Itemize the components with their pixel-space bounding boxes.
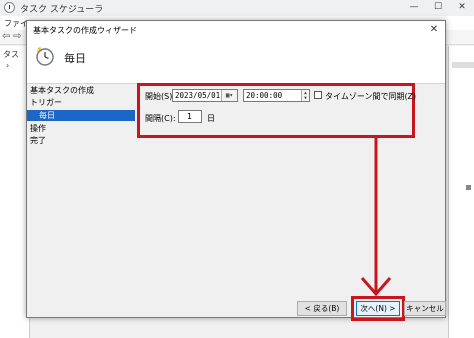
app-title: タスク スケジューラ — [20, 5, 104, 15]
interval-label: 間隔(C): — [145, 114, 176, 123]
maximize-button[interactable]: ☐ — [428, 1, 448, 14]
start-time-value: 20:00:00 — [246, 91, 283, 100]
sync-timezone-label: タイムゾーン間で同期(Z) — [325, 92, 417, 101]
dialog-header: 毎日 — [27, 39, 445, 84]
cancel-button[interactable]: キャンセル — [404, 301, 446, 316]
start-time-picker[interactable]: 20:00:00 ▲ ▼ — [243, 89, 310, 102]
sync-timezone-checkbox[interactable] — [314, 91, 322, 99]
app-titlebar: タスク スケジューラ — ☐ ✕ — [0, 0, 474, 16]
actions-pane-header — [452, 62, 474, 68]
spin-down-icon[interactable]: ▼ — [302, 95, 309, 100]
start-label: 開始(S): — [145, 92, 176, 101]
start-date-picker[interactable]: 2023/05/01 ▦▾ — [172, 89, 238, 102]
next-button[interactable]: 次へ(N) > — [356, 301, 400, 316]
actions-pane — [448, 46, 474, 338]
step-daily: 毎日 — [27, 110, 135, 121]
step-finish: 完了 — [30, 136, 46, 145]
close-window-button[interactable]: ✕ — [452, 1, 472, 14]
back-button[interactable]: < 戻る(B) — [297, 301, 347, 316]
actions-pane-arrow-icon[interactable] — [466, 185, 471, 190]
wizard-steps: 基本タスクの作成 トリガー 毎日 操作 完了 — [27, 85, 135, 265]
step-action: 操作 — [30, 124, 46, 133]
tree-item-task-scheduler[interactable]: タス — [3, 49, 19, 60]
clock-icon — [36, 47, 54, 66]
step-trigger: トリガー — [30, 98, 62, 107]
time-spinner[interactable]: ▲ ▼ — [301, 90, 309, 101]
step-create-basic-task: 基本タスクの作成 — [30, 86, 94, 95]
minimize-button[interactable]: — — [404, 1, 424, 14]
basic-task-wizard-dialog: 基本タスクの作成ウィザード ✕ 毎日 基本タスクの作成 トリガー 毎日 操作 完… — [26, 20, 446, 321]
start-date-value: 2023/05/01 — [175, 91, 221, 100]
forward-arrow-icon[interactable]: ⇨ — [13, 31, 21, 42]
back-arrow-icon[interactable]: ⇦ — [2, 31, 10, 42]
interval-unit: 日 — [207, 114, 215, 123]
dialog-close-button[interactable]: ✕ — [427, 23, 441, 37]
tree-expand-icon[interactable]: › — [6, 61, 9, 70]
dialog-titlebar: 基本タスクの作成ウィザード ✕ — [27, 21, 445, 39]
interval-input[interactable]: 1 — [178, 110, 202, 123]
dialog-title: 基本タスクの作成ウィザード — [33, 26, 137, 35]
task-scheduler-icon — [4, 2, 15, 13]
calendar-dropdown-icon[interactable]: ▦▾ — [221, 90, 237, 101]
dialog-heading: 毎日 — [64, 52, 86, 65]
